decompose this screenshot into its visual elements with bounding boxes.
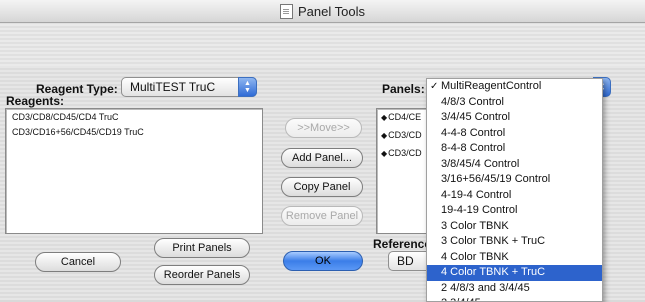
menu-item[interactable]: 3/16+56/45/19 Control — [427, 172, 602, 188]
popup-arrows-icon: ▲ ▼ — [238, 77, 257, 97]
diamond-bullet-icon: ◆ — [381, 113, 388, 122]
diamond-bullet-icon: ◆ — [381, 131, 388, 140]
list-item[interactable]: ◆CD3/CD — [377, 142, 433, 160]
menu-item[interactable]: 4 Color TBNK — [427, 250, 602, 266]
document-icon — [280, 3, 293, 19]
reorder-panels-button[interactable]: Reorder Panels — [154, 265, 250, 285]
reagents-list[interactable]: CD3/CD8/CD45/CD4 TruC CD3/CD16+56/CD45/C… — [5, 108, 263, 234]
menu-item[interactable]: 4 Color TBNK + TruC — [427, 265, 602, 281]
add-panel-button[interactable]: Add Panel... — [281, 148, 363, 168]
move-button[interactable]: >>Move>> — [285, 118, 362, 138]
menu-item[interactable]: 2 3/4/45 — [427, 296, 602, 301]
panels-dropdown-menu[interactable]: ✓ MultiReagentControl 4/8/3 Control 3/4/45 … — [426, 78, 603, 302]
menu-item[interactable]: 3 Color TBNK + TruC — [427, 234, 602, 250]
menu-item[interactable]: ✓ MultiReagentControl — [427, 79, 602, 95]
reagent-type-popup[interactable]: MultiTEST TruC ▲ ▼ — [121, 77, 257, 97]
panels-label: Panels: — [382, 82, 425, 96]
remove-panel-button[interactable]: Remove Panel — [281, 206, 363, 226]
menu-item[interactable]: 4-19-4 Control — [427, 188, 602, 204]
toolbar-band — [0, 23, 645, 66]
copy-panel-button[interactable]: Copy Panel — [281, 177, 363, 197]
menu-item[interactable]: 8-4-8 Control — [427, 141, 602, 157]
list-item[interactable]: CD3/CD8/CD45/CD4 TruC — [6, 109, 262, 124]
list-item[interactable]: ◆CD4/CE — [377, 109, 433, 124]
window-title: Panel Tools — [298, 3, 365, 19]
reference-value: BD — [397, 254, 414, 268]
ok-button[interactable]: OK — [283, 251, 363, 271]
reagent-type-value: MultiTEST TruC — [130, 80, 216, 94]
diamond-bullet-icon: ◆ — [381, 149, 388, 158]
menu-item[interactable]: 4-4-8 Control — [427, 126, 602, 142]
panel-tools-window: Panel Tools Reagent Type: MultiTEST TruC… — [0, 0, 645, 302]
title-bar: Panel Tools — [0, 0, 645, 23]
cancel-button[interactable]: Cancel — [35, 252, 121, 272]
reagents-label: Reagents: — [6, 94, 65, 108]
menu-item[interactable]: 3/4/45 Control — [427, 110, 602, 126]
menu-item[interactable]: 19-4-19 Control — [427, 203, 602, 219]
menu-item[interactable]: 4/8/3 Control — [427, 95, 602, 111]
menu-item[interactable]: 3 Color TBNK — [427, 219, 602, 235]
menu-item[interactable]: 2 4/8/3 and 3/4/45 — [427, 281, 602, 297]
list-item[interactable]: CD3/CD16+56/CD45/CD19 TruC — [6, 124, 262, 139]
checkmark-icon: ✓ — [430, 81, 439, 92]
print-panels-button[interactable]: Print Panels — [154, 238, 250, 258]
list-item[interactable]: ◆CD3/CD — [377, 124, 433, 142]
reference-label: Reference — [373, 237, 432, 251]
menu-item[interactable]: 3/8/45/4 Control — [427, 157, 602, 173]
